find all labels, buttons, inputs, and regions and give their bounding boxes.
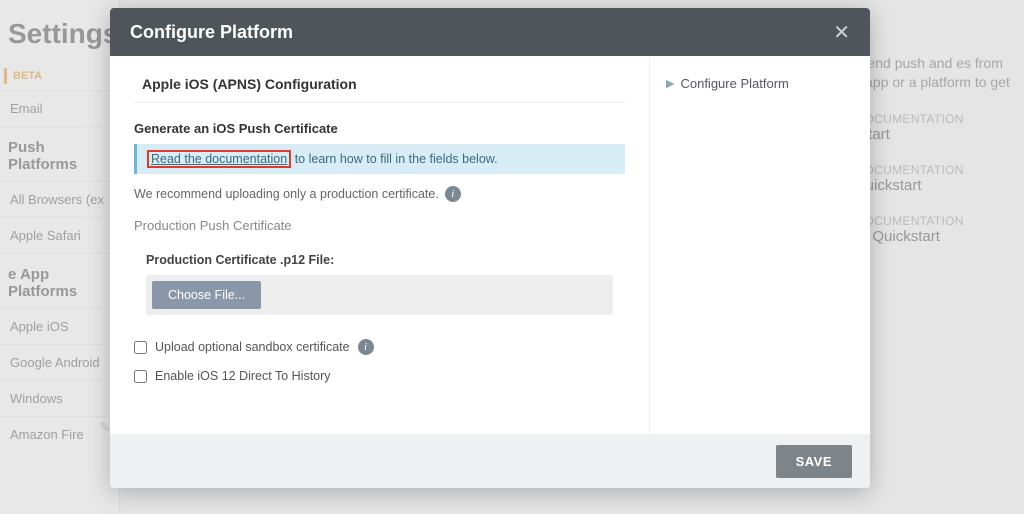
- read-docs-link[interactable]: Read the documentation: [147, 150, 291, 168]
- modal-right-panel: ▶ Configure Platform: [650, 56, 870, 434]
- generate-title: Generate an iOS Push Certificate: [134, 121, 625, 136]
- recommendation-text: We recommend uploading only a production…: [134, 186, 625, 202]
- configure-platform-link[interactable]: ▶ Configure Platform: [666, 76, 854, 91]
- info-icon[interactable]: i: [358, 339, 374, 355]
- file-row: Production Certificate .p12 File: Choose…: [134, 243, 625, 325]
- right-link-label: Configure Platform: [680, 76, 788, 91]
- section-heading: Apple iOS (APNS) Configuration: [134, 76, 625, 103]
- info-icon[interactable]: i: [445, 186, 461, 202]
- configure-platform-modal: Configure Platform ✕ Apple iOS (APNS) Co…: [110, 8, 870, 488]
- modal-body: Apple iOS (APNS) Configuration Generate …: [110, 56, 870, 434]
- caret-right-icon: ▶: [666, 77, 674, 90]
- info-banner: Read the documentation to learn how to f…: [134, 144, 625, 174]
- choose-file-button[interactable]: Choose File...: [152, 281, 261, 309]
- section-heading-text: Apple iOS (APNS) Configuration: [142, 76, 357, 92]
- recommendation-label: We recommend uploading only a production…: [134, 187, 439, 201]
- history-checkbox[interactable]: [134, 370, 147, 383]
- save-button[interactable]: SAVE: [776, 445, 852, 478]
- sandbox-label: Upload optional sandbox certificate: [155, 340, 350, 354]
- banner-rest: to learn how to fill in the fields below…: [291, 152, 497, 166]
- prod-group-title: Production Push Certificate: [134, 218, 625, 233]
- file-input-wrap: Choose File...: [146, 275, 613, 315]
- modal-title: Configure Platform: [130, 22, 293, 43]
- modal-header: Configure Platform ✕: [110, 8, 870, 56]
- sandbox-checkbox[interactable]: [134, 341, 147, 354]
- sandbox-checkbox-row[interactable]: Upload optional sandbox certificate i: [134, 339, 625, 355]
- history-checkbox-row[interactable]: Enable iOS 12 Direct To History: [134, 369, 625, 383]
- history-label: Enable iOS 12 Direct To History: [155, 369, 331, 383]
- close-icon[interactable]: ✕: [833, 20, 850, 45]
- file-label: Production Certificate .p12 File:: [146, 253, 613, 267]
- modal-footer: SAVE: [110, 434, 870, 488]
- modal-left-panel: Apple iOS (APNS) Configuration Generate …: [110, 56, 650, 434]
